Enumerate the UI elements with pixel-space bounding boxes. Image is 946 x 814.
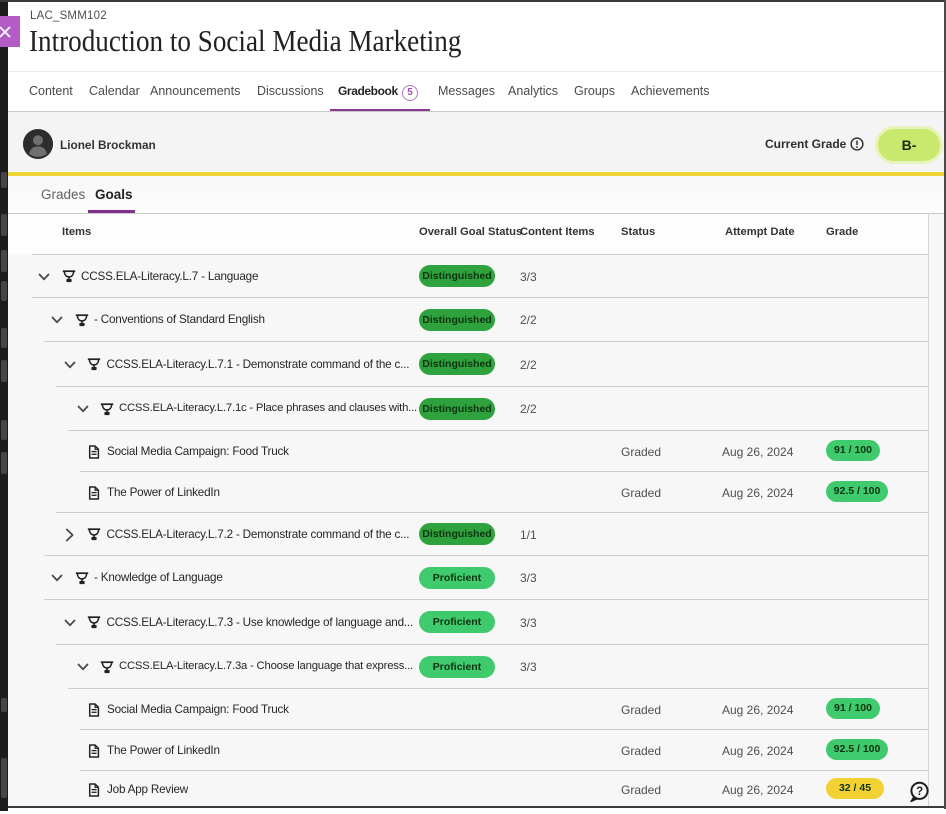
svg-text:?: ? bbox=[916, 786, 923, 798]
